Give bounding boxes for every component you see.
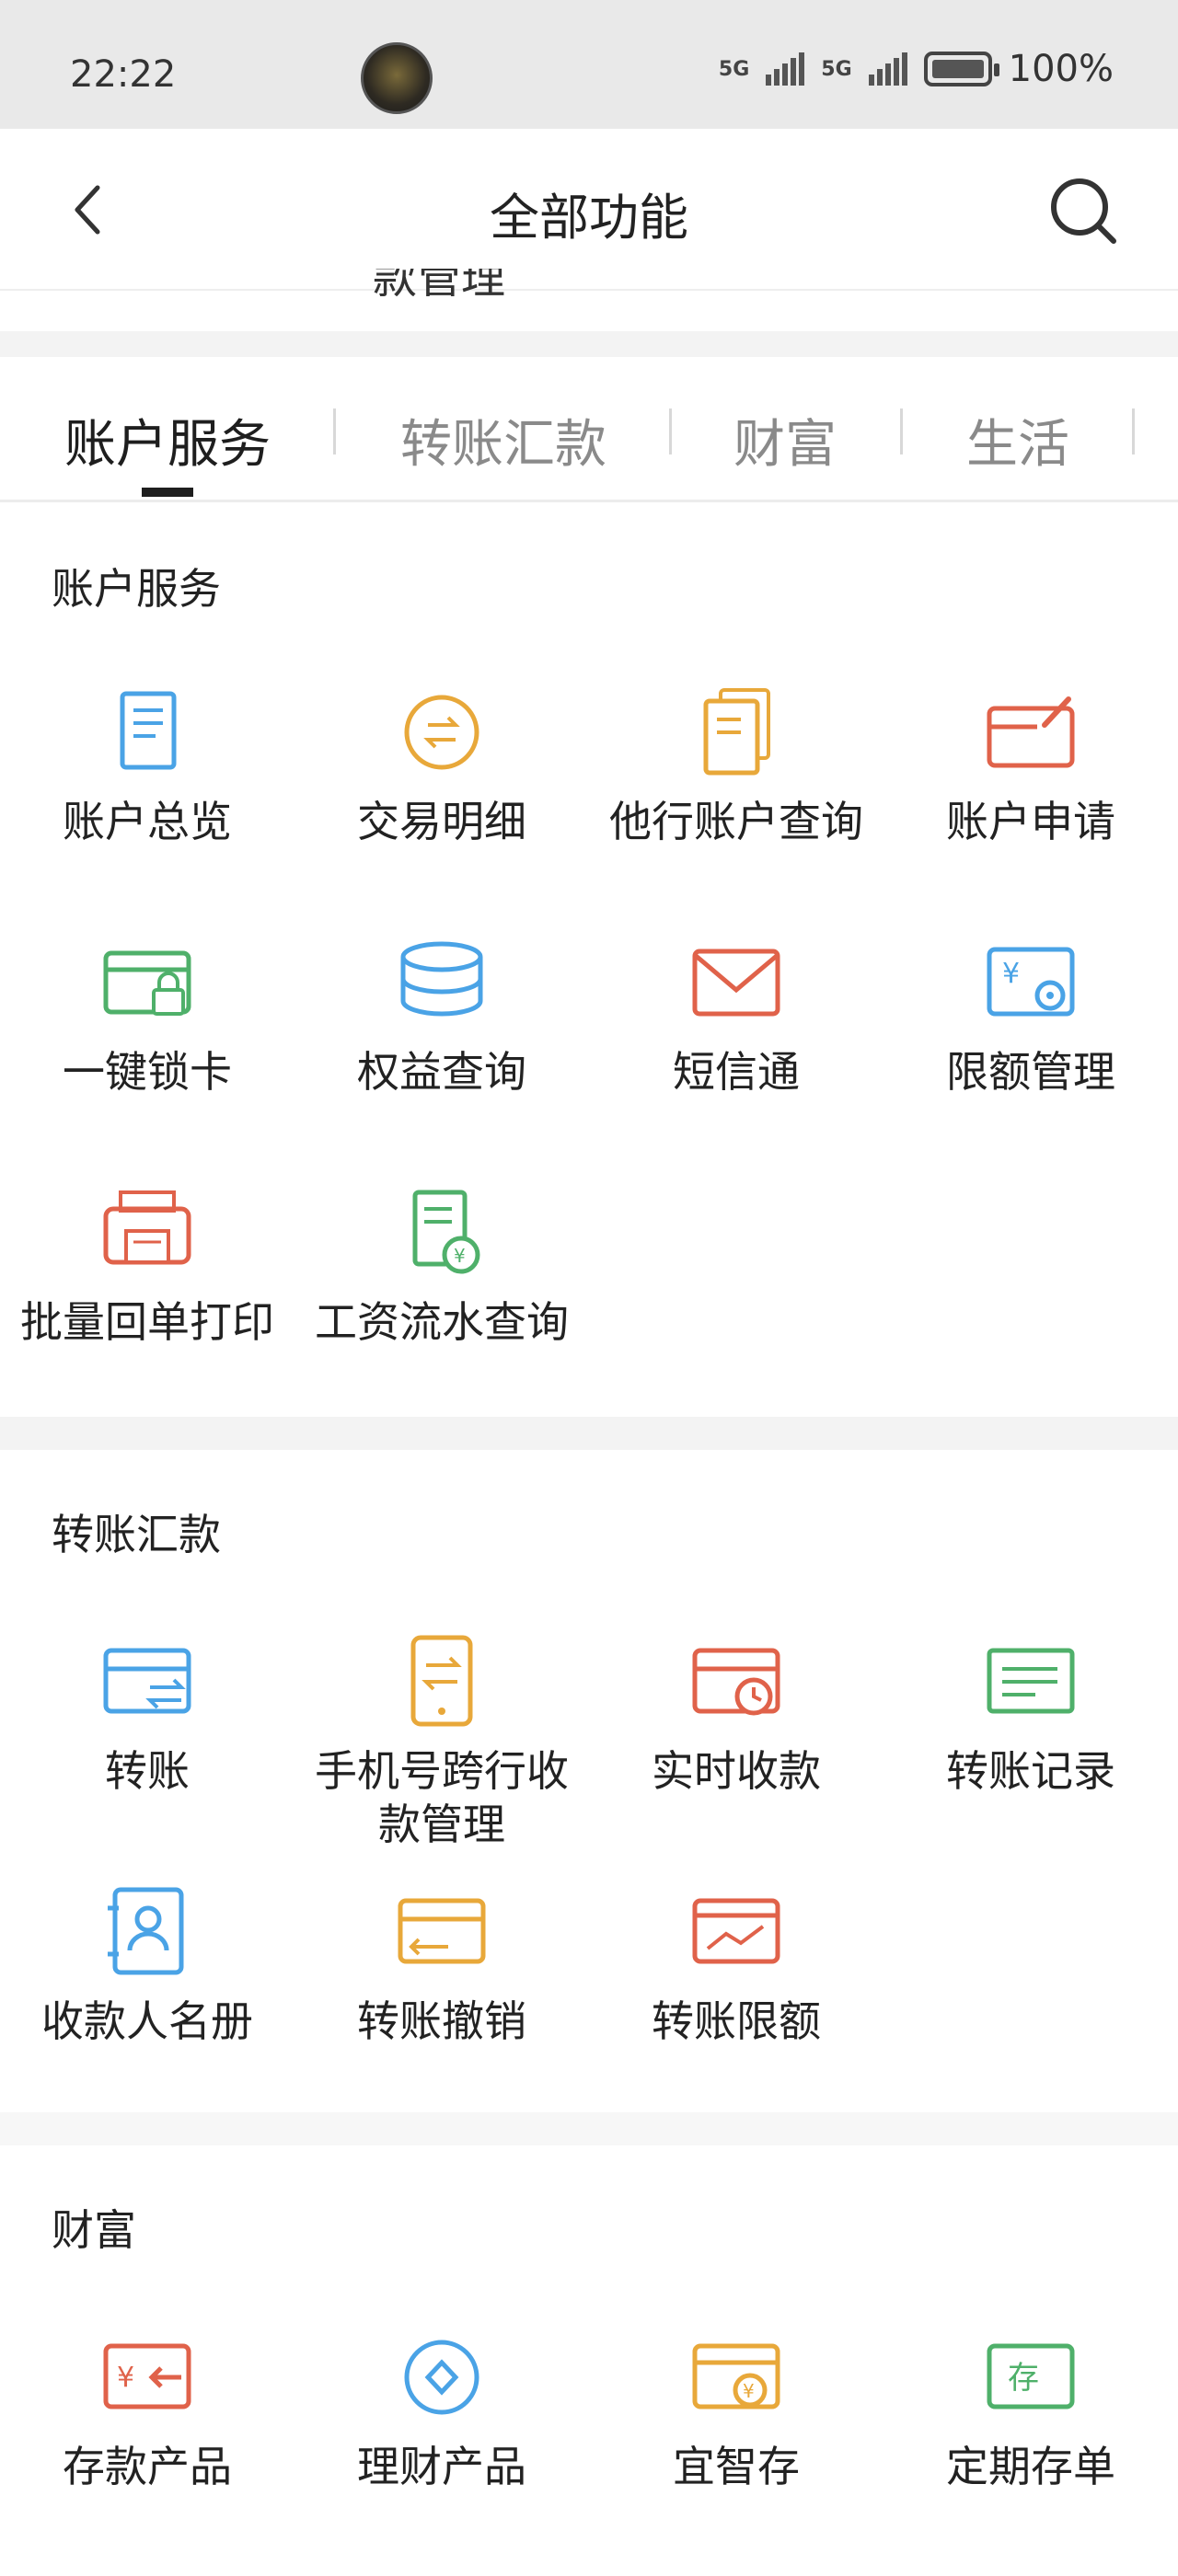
deposit-card-icon: 存 — [987, 2343, 1075, 2409]
payee-book-button[interactable]: 收款人名册 — [0, 1880, 294, 2048]
item-label: 转账限额 — [652, 1996, 821, 2046]
card-edit-icon — [987, 696, 1075, 768]
battery-percent: 100% — [1008, 48, 1114, 90]
item-label: 一键锁卡 — [63, 1047, 232, 1097]
contact-book-icon — [108, 1887, 184, 1975]
status-bar: 22:22 5G 5G 100% — [0, 0, 1178, 129]
transfer-record-button[interactable]: 转账记录 — [884, 1630, 1178, 1798]
account-overview-button[interactable]: 账户总览 — [0, 681, 294, 848]
wealth-products-button[interactable]: 理财产品 — [294, 2326, 589, 2493]
deposit-products-button[interactable]: ¥ 存款产品 — [0, 2326, 294, 2493]
transaction-detail-button[interactable]: 交易明细 — [294, 681, 589, 848]
status-indicators: 5G 5G 100% — [719, 48, 1114, 90]
tab-separator — [1132, 408, 1135, 454]
other-bank-query-button[interactable]: 他行账户查询 — [589, 681, 884, 848]
item-label: 理财产品 — [357, 2442, 526, 2491]
item-label: 账户总览 — [63, 797, 232, 846]
svg-text:¥: ¥ — [743, 2380, 755, 2402]
svg-text:¥: ¥ — [117, 2362, 134, 2394]
tab-wealth[interactable]: 财富 — [733, 403, 837, 477]
section-title-wealth: 财富 — [52, 2205, 136, 2255]
tab-separator — [333, 408, 336, 454]
card-coin-icon: ¥ — [692, 2343, 780, 2409]
item-label: 他行账户查询 — [609, 797, 863, 846]
svg-text:¥: ¥ — [454, 1245, 466, 1267]
item-label: 短信通 — [673, 1047, 800, 1097]
tab-account-services[interactable]: 账户服务 — [64, 403, 271, 477]
tab-separator — [669, 408, 672, 454]
account-apply-button[interactable]: 账户申请 — [884, 681, 1178, 848]
yen-gear-icon: ¥ — [987, 947, 1075, 1017]
battery-icon — [923, 52, 999, 86]
envelope-icon — [692, 949, 780, 1017]
salary-query-button[interactable]: ¥ 工资流水查询 — [294, 1181, 589, 1349]
document-icon — [120, 691, 177, 770]
item-label: 存款产品 — [63, 2442, 232, 2491]
deposit-glyph: 存 — [1008, 2360, 1039, 2397]
diamond-circle-icon — [404, 2340, 479, 2415]
item-label: 限额管理 — [946, 1047, 1115, 1097]
card-transfer-icon — [103, 1648, 191, 1714]
card-undo-icon — [398, 1898, 486, 1964]
network-type-label: 5G — [718, 57, 750, 81]
cut-off-text: 款管理 — [373, 269, 506, 296]
stacked-docs-icon — [703, 688, 770, 776]
svg-text:¥: ¥ — [1002, 958, 1020, 990]
phone-exchange-icon — [410, 1635, 473, 1727]
notification-avatar-icon — [361, 42, 433, 114]
item-label: 批量回单打印 — [20, 1297, 274, 1347]
page-title: 全部功能 — [490, 189, 688, 247]
item-label: 实时收款 — [652, 1746, 821, 1796]
yen-arrow-icon: ¥ — [103, 2343, 191, 2409]
item-label: 转账撤销 — [357, 1996, 526, 2046]
transfer-limit-button[interactable]: 转账限额 — [589, 1880, 884, 2048]
one-click-lock-card-button[interactable]: 一键锁卡 — [0, 931, 294, 1098]
transfer-button[interactable]: 转账 — [0, 1630, 294, 1798]
item-label: 手机号跨行收款管理 — [315, 1746, 569, 1849]
phone-cross-bank-button[interactable]: 手机号跨行收款管理 — [294, 1630, 589, 1851]
item-label: 定期存单 — [946, 2442, 1115, 2491]
section-divider — [0, 2112, 1178, 2145]
item-label: 收款人名册 — [41, 1996, 253, 2046]
section-divider — [0, 1417, 1178, 1450]
item-label: 工资流水查询 — [315, 1297, 569, 1347]
database-icon — [400, 941, 483, 1017]
salary-doc-icon: ¥ — [412, 1190, 480, 1274]
app-header: 全部功能 — [0, 129, 1178, 291]
section-title-transfer: 转账汇款 — [52, 1510, 221, 1559]
card-clock-icon — [692, 1648, 780, 1716]
tab-separator — [900, 408, 903, 454]
fixed-deposit-button[interactable]: 存 定期存单 — [884, 2326, 1178, 2493]
item-label: 转账 — [105, 1746, 190, 1796]
yizhicun-button[interactable]: ¥ 宜智存 — [589, 2326, 884, 2493]
item-label: 交易明细 — [357, 797, 526, 846]
card-chart-icon — [692, 1898, 780, 1964]
tab-transfer[interactable]: 转账汇款 — [400, 403, 606, 477]
printer-icon — [103, 1190, 191, 1265]
item-label: 账户申请 — [946, 797, 1115, 846]
status-time: 22:22 — [70, 53, 177, 96]
divider — [0, 331, 1178, 357]
item-label: 转账记录 — [946, 1746, 1115, 1796]
signal-icon — [766, 52, 805, 86]
category-tabs: 账户服务 转账汇款 财富 生活 — [0, 359, 1178, 502]
active-tab-indicator — [142, 488, 193, 497]
tab-life[interactable]: 生活 — [966, 403, 1069, 477]
benefits-query-button[interactable]: 权益查询 — [294, 931, 589, 1098]
batch-receipt-print-button[interactable]: 批量回单打印 — [0, 1181, 294, 1349]
transfer-revoke-button[interactable]: 转账撤销 — [294, 1880, 589, 2048]
section-title-account: 账户服务 — [52, 564, 221, 614]
item-label: 权益查询 — [357, 1047, 526, 1097]
network-type-label-2: 5G — [821, 57, 852, 81]
card-lock-icon — [103, 950, 191, 1016]
limit-management-button[interactable]: ¥ 限额管理 — [884, 931, 1178, 1098]
realtime-receipt-button[interactable]: 实时收款 — [589, 1630, 884, 1798]
exchange-circle-icon — [404, 695, 479, 770]
search-icon[interactable] — [1047, 175, 1121, 248]
signal-icon-2 — [868, 52, 907, 86]
item-label: 宜智存 — [673, 2442, 800, 2491]
record-icon — [987, 1648, 1075, 1714]
sms-service-button[interactable]: 短信通 — [589, 931, 884, 1098]
